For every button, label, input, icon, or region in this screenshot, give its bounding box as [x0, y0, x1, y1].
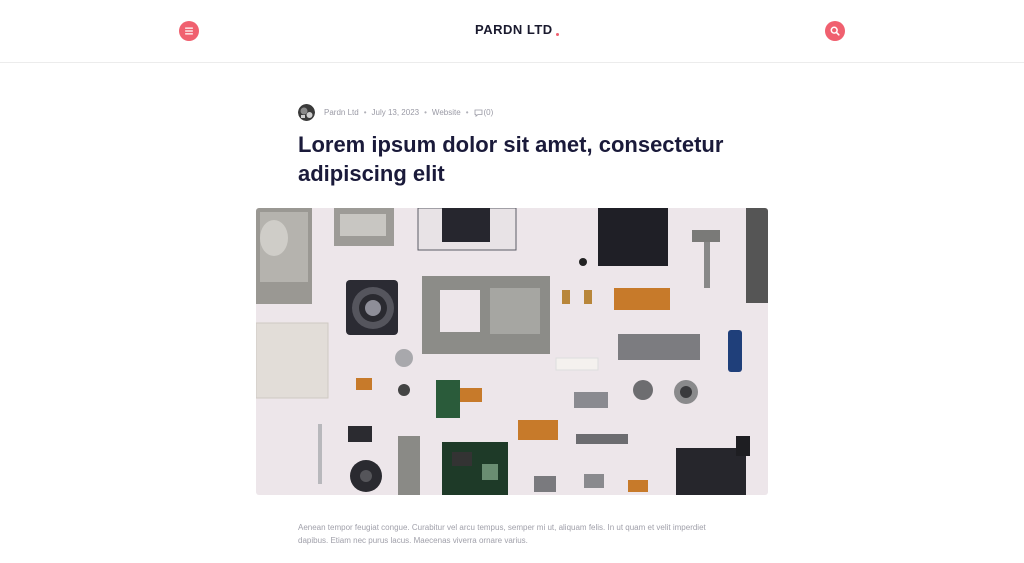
meta-separator: •: [424, 108, 427, 117]
comment-count: (0): [483, 108, 494, 117]
site-logo-text: PARDN LTD: [475, 22, 553, 37]
author-avatar[interactable]: [298, 104, 315, 121]
logo-accent-dot: [555, 33, 559, 36]
search-icon: [830, 26, 840, 36]
meta-separator: •: [363, 108, 367, 117]
comments-link[interactable]: (0): [474, 108, 494, 117]
post-date[interactable]: July 13, 2023: [372, 108, 420, 117]
search-button[interactable]: [825, 21, 845, 41]
menu-button[interactable]: [179, 21, 199, 41]
site-logo[interactable]: PARDN LTD: [475, 22, 559, 37]
post-featured-image[interactable]: [256, 208, 768, 495]
post-title[interactable]: Lorem ipsum dolor sit amet, consectetur …: [298, 130, 758, 188]
post-category-link[interactable]: Website: [432, 108, 461, 117]
hamburger-menu-icon: [185, 27, 193, 35]
post-author-link[interactable]: Pardn Ltd: [324, 108, 359, 117]
comment-icon: [474, 109, 482, 117]
meta-separator: •: [465, 108, 469, 117]
site-header: PARDN LTD: [0, 0, 1024, 63]
post-excerpt: Aenean tempor feugiat congue. Curabitur …: [298, 523, 706, 545]
post-meta: Pardn Ltd • July 13, 2023 • Website • (0…: [298, 104, 493, 121]
